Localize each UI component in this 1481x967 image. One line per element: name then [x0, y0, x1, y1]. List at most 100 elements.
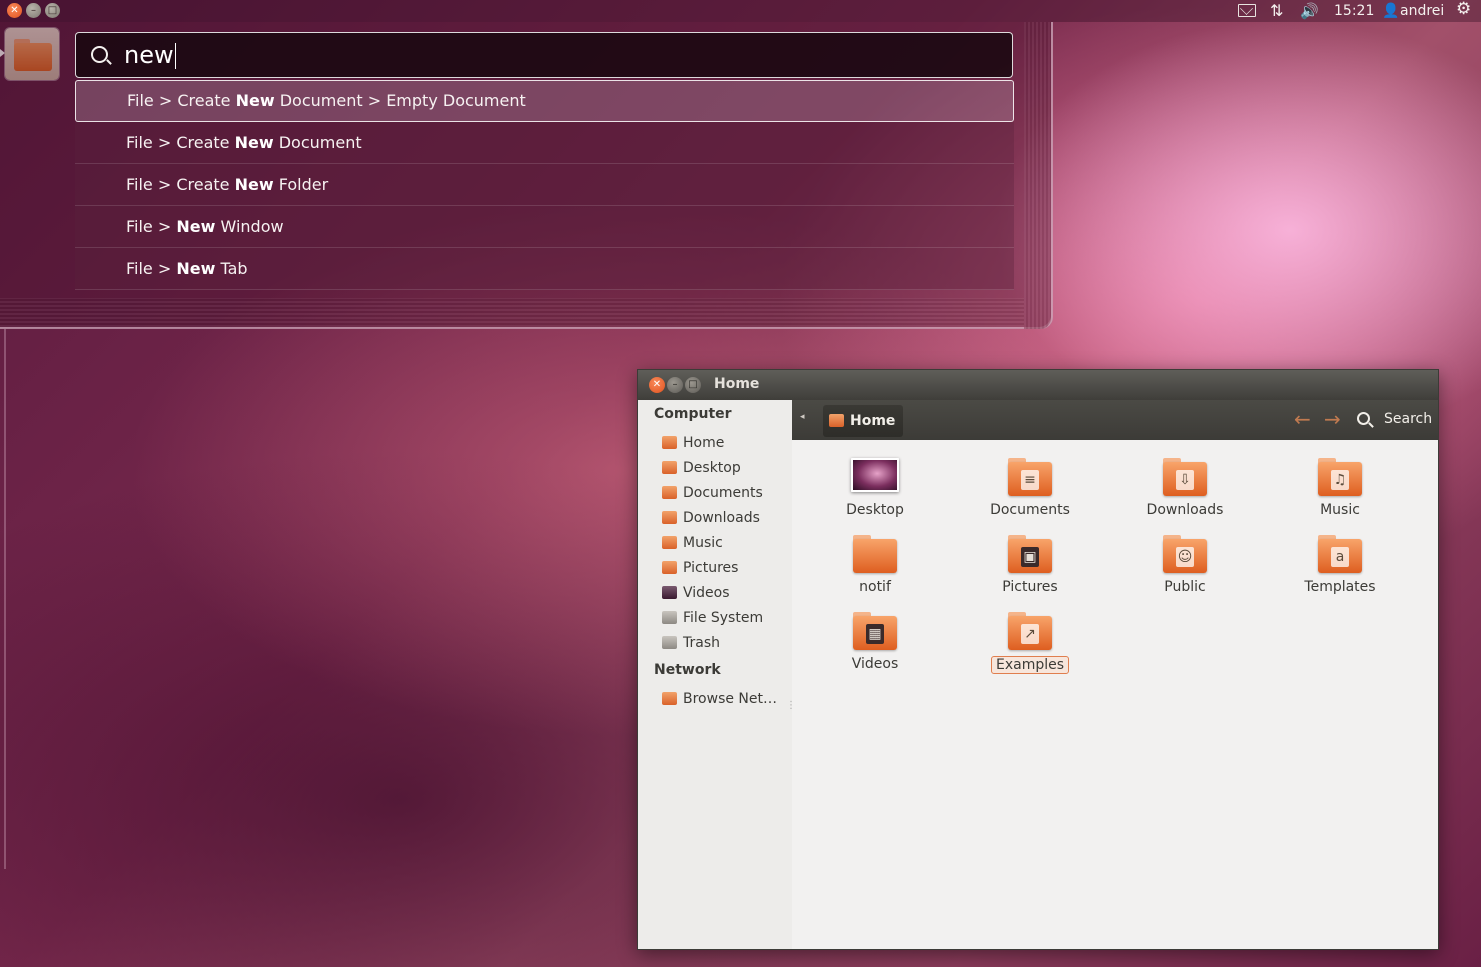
examples-folder-icon: ↗ [1006, 608, 1054, 652]
file-label: Documents [990, 502, 1070, 518]
hud-result-item[interactable]: File > Create New Folder [75, 164, 1014, 206]
file-item-music[interactable]: ♫ Music [1275, 454, 1405, 518]
hud-result-match: New [176, 217, 216, 236]
templates-folder-icon: a [1316, 531, 1364, 575]
user-name[interactable]: andrei [1400, 1, 1444, 21]
music-folder-icon: ♫ [1316, 454, 1364, 498]
minimize-button[interactable]: – [667, 377, 683, 393]
sidebar-item-label: Trash [683, 635, 720, 651]
thumbnail-image [851, 458, 899, 492]
path-bar-home-button[interactable]: Home [823, 405, 904, 437]
clock[interactable]: 15:21 [1334, 1, 1374, 21]
file-item-examples[interactable]: ↗ Examples [965, 608, 1095, 674]
hud-result-prefix: File > [126, 217, 177, 236]
file-item-pictures[interactable]: ▣ Pictures [965, 531, 1095, 595]
search-query[interactable]: new [124, 40, 177, 70]
maximize-window-button[interactable]: □ [45, 3, 60, 18]
notif-folder-icon [851, 531, 899, 575]
music-emblem-icon: ♫ [1331, 470, 1349, 490]
file-grid: Desktop ≡ Documents ⇩ Downloads ♫ Music notif ▣ P… [792, 440, 1438, 949]
path-bar-home-label: Home [850, 413, 896, 429]
hud-search-input[interactable]: new [75, 32, 1013, 78]
places-sidebar: Computer Home Desktop Documents Downloads Mu… [638, 400, 796, 949]
hud-result-suffix: Tab [215, 259, 248, 278]
downloads-folder-icon: ⇩ [1161, 454, 1209, 498]
sidebar-item-home[interactable]: Home [662, 432, 724, 454]
file-item-downloads[interactable]: ⇩ Downloads [1120, 454, 1250, 518]
downloads-icon [662, 511, 677, 524]
path-scroll-left-icon[interactable]: ◂ [800, 412, 805, 422]
hud-result-suffix: Window [215, 217, 284, 236]
dash-edge-right [1024, 22, 1053, 329]
sidebar-item-music[interactable]: Music [662, 532, 723, 554]
close-button[interactable]: ✕ [649, 377, 665, 393]
hud-result-prefix: File > [126, 259, 177, 278]
file-label: Desktop [846, 502, 904, 518]
hud-result-prefix: File > Create [127, 91, 236, 110]
close-window-button[interactable]: ✕ [7, 3, 22, 18]
home-icon [829, 414, 844, 427]
home-icon [662, 436, 677, 449]
sidebar-item-downloads[interactable]: Downloads [662, 507, 760, 529]
search-icon[interactable] [1357, 412, 1370, 425]
file-item-documents[interactable]: ≡ Documents [965, 454, 1095, 518]
forward-arrow-icon[interactable]: → [1324, 407, 1341, 431]
sidebar-item-label: Documents [683, 485, 763, 501]
hud-result-prefix: File > Create [126, 133, 235, 152]
file-item-videos[interactable]: ▦ Videos [810, 608, 940, 672]
sidebar-item-pictures[interactable]: Pictures [662, 557, 738, 579]
user-icon[interactable]: 👤 [1382, 1, 1399, 21]
videos-folder-icon: ▦ [851, 608, 899, 652]
videos-icon [662, 586, 677, 599]
sidebar-item-videos[interactable]: Videos [662, 582, 730, 604]
network-icon[interactable]: ⇅ [1270, 1, 1283, 21]
hud-result-item[interactable]: File > Create New Document [75, 122, 1014, 164]
sidebar-item-label: Home [683, 435, 725, 451]
hud-result-item[interactable]: File > New Tab [75, 248, 1014, 290]
hud-result-item[interactable]: File > Create New Document > Empty Docum… [75, 80, 1014, 122]
hud-result-item[interactable]: File > New Window [75, 206, 1014, 248]
mail-icon[interactable] [1238, 4, 1256, 17]
documents-icon [662, 486, 677, 499]
downloads-emblem-icon: ⇩ [1176, 470, 1194, 490]
documents-emblem-icon: ≡ [1021, 470, 1039, 490]
sidebar-item-label: Desktop [683, 460, 741, 476]
search-icon [91, 46, 108, 63]
back-arrow-icon[interactable]: ← [1294, 407, 1311, 431]
sidebar-item-documents[interactable]: Documents [662, 482, 763, 504]
search-button[interactable]: Search [1384, 411, 1432, 427]
sidebar-item-trash[interactable]: Trash [662, 632, 720, 654]
sidebar-item-label: Browse Net… [683, 691, 778, 707]
file-system-icon [662, 611, 677, 624]
sidebar-item-label: Videos [683, 585, 730, 601]
sidebar-heading-network: Network [654, 662, 721, 678]
session-icon[interactable]: ⚙ [1456, 0, 1471, 19]
sidebar-item-label: Downloads [683, 510, 760, 526]
hud-result-suffix: Document [273, 133, 362, 152]
desktop-icon [662, 461, 677, 474]
hud-result-suffix: Folder [273, 175, 329, 194]
hud-result-match: New [234, 175, 274, 194]
maximize-button[interactable]: □ [685, 377, 701, 393]
file-item-notif[interactable]: notif [810, 531, 940, 595]
pictures-icon [662, 561, 677, 574]
hud-result-suffix: Document > Empty Document [274, 91, 526, 110]
sidebar-item-browse-network[interactable]: Browse Net… [662, 688, 777, 710]
file-label: Public [1164, 579, 1206, 595]
window-titlebar[interactable]: ✕ – □ Home [638, 370, 1438, 400]
file-label: Downloads [1146, 502, 1224, 518]
file-label: Videos [851, 656, 899, 672]
hud-results-list: File > Create New Document > Empty Docum… [75, 80, 1014, 290]
trash-icon [662, 636, 677, 649]
file-item-desktop[interactable]: Desktop [810, 454, 940, 518]
file-label: Templates [1304, 579, 1376, 595]
sidebar-item-file-system[interactable]: File System [662, 607, 763, 629]
hud-result-prefix: File > Create [126, 175, 235, 194]
minimize-window-button[interactable]: – [26, 3, 41, 18]
sidebar-item-desktop[interactable]: Desktop [662, 457, 741, 479]
file-item-public[interactable]: ☺ Public [1120, 531, 1250, 595]
text-caret [174, 43, 177, 69]
sound-icon[interactable]: 🔊 [1300, 1, 1319, 21]
file-item-templates[interactable]: a Templates [1275, 531, 1405, 595]
dash-edge-left [4, 329, 6, 869]
